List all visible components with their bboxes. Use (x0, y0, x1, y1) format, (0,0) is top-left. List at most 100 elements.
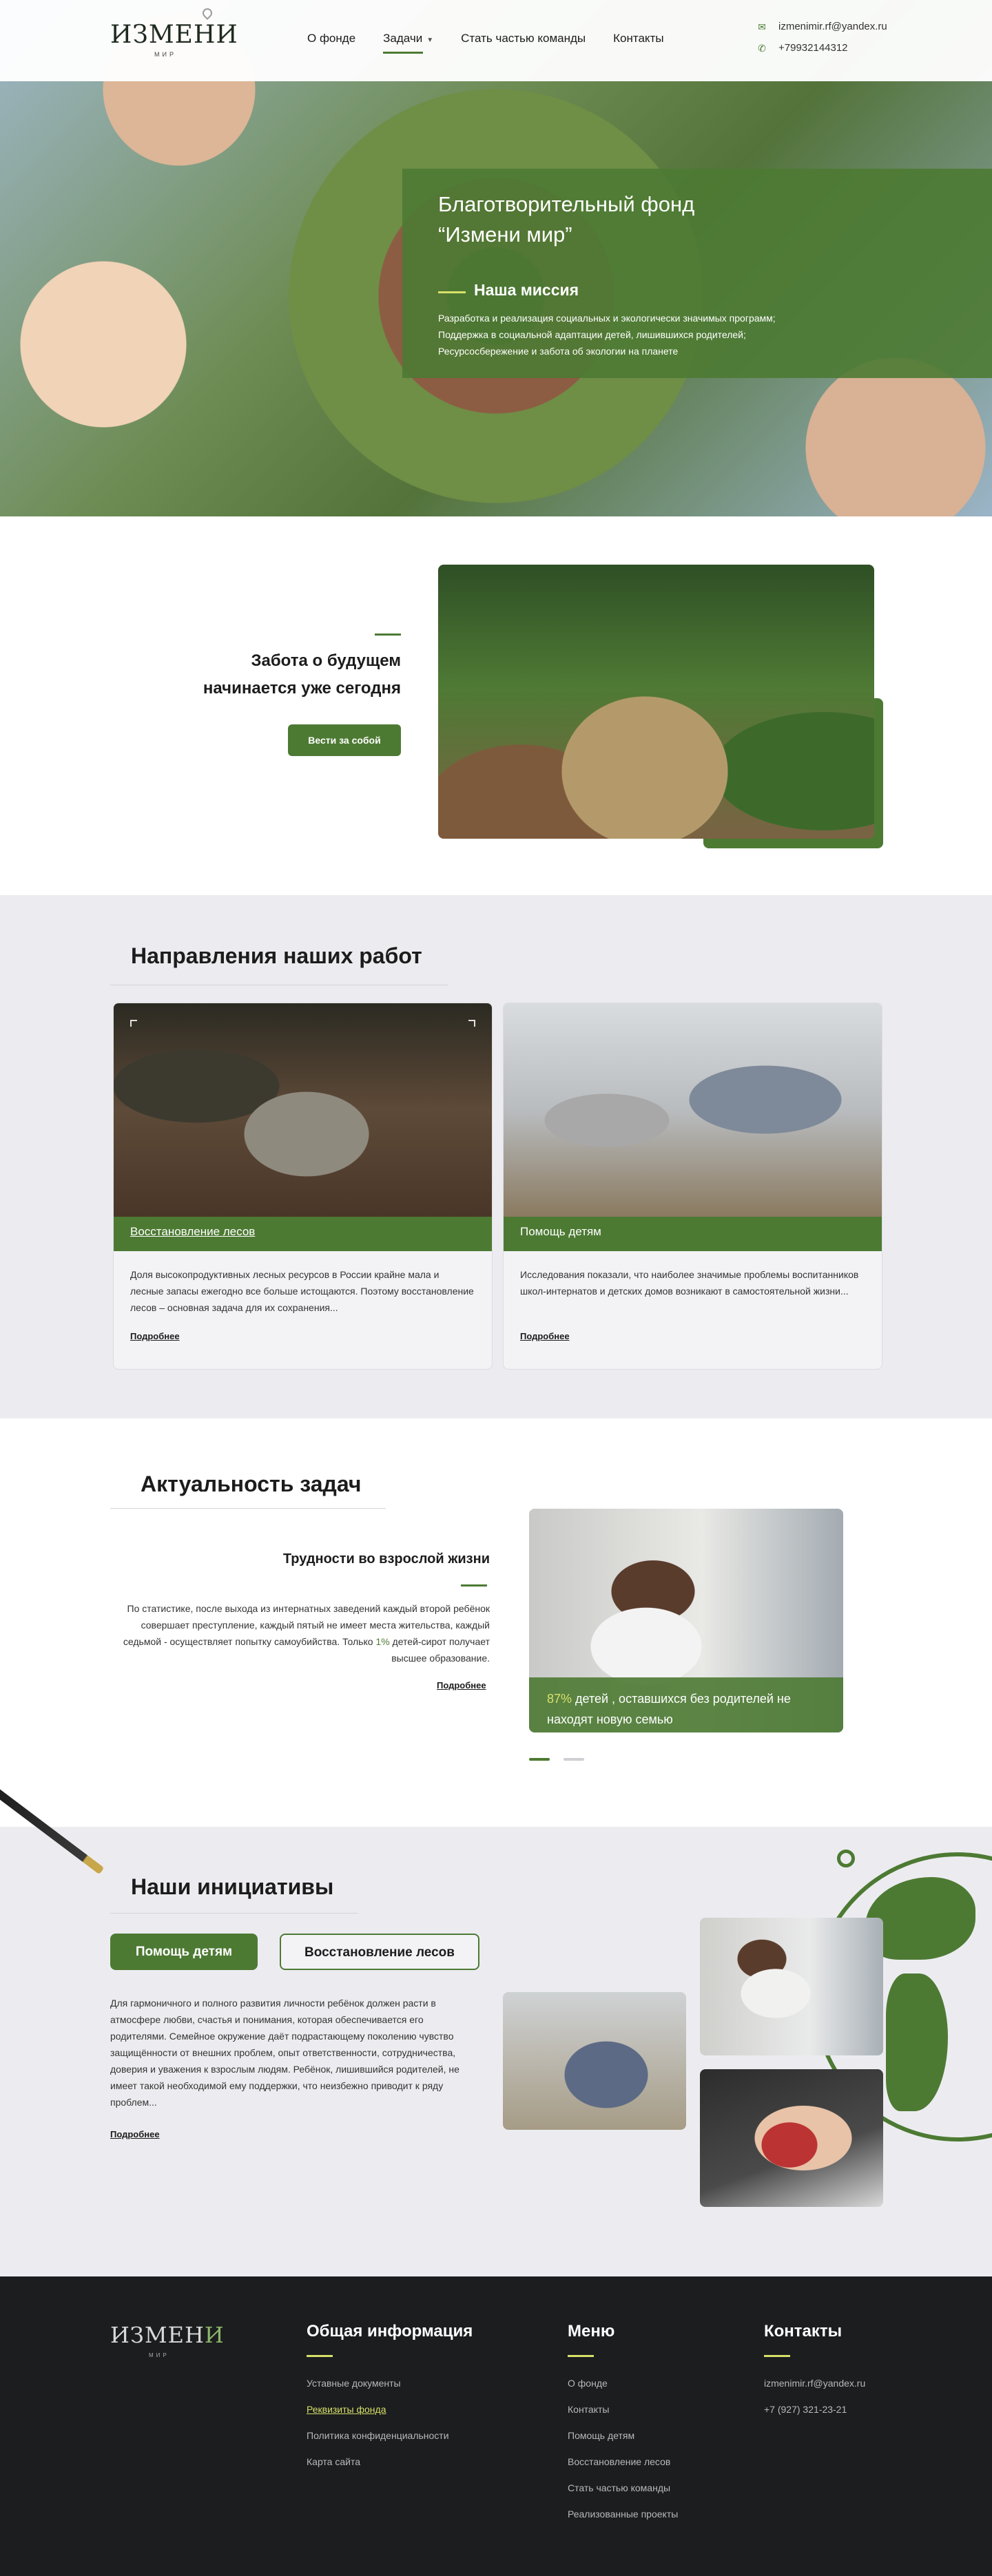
footer-logo-text: ИЗМЕН (110, 2322, 205, 2348)
footer-menu-children[interactable]: Помощь детям (568, 2430, 678, 2441)
hero-title: Благотворительный фонд “Измени мир” (438, 189, 694, 250)
relevance-text-part2: детей-сирот получает высшее образование. (389, 1636, 490, 1664)
main-nav: О фонде Задачи ▼ Стать частью команды Кон… (307, 32, 692, 54)
logo-text: ИЗМЕН (110, 21, 216, 49)
initiatives-divider (110, 1913, 358, 1914)
card-title-forest[interactable]: Восстановление лесов (130, 1225, 255, 1239)
globe-pin-icon (837, 1850, 855, 1867)
nav-tasks[interactable]: Задачи ▼ (383, 32, 434, 54)
globe-land (886, 1973, 948, 2111)
mission-heading: Наша миссия (474, 281, 579, 299)
footer-link-charter[interactable]: Уставные документы (307, 2378, 473, 2389)
more-link-relevance[interactable]: Подробнее (437, 1680, 486, 1690)
footer-phone-link[interactable]: +7 (927) 321-23-21 (764, 2404, 865, 2415)
nav-contacts[interactable]: Контакты (613, 32, 663, 45)
relevance-divider (110, 1508, 386, 1509)
relevance-highlight: 1% (375, 1636, 390, 1647)
more-link-forest[interactable]: Подробнее (130, 1331, 180, 1341)
page: Благотворительный фонд “Измени мир” Наша… (0, 0, 992, 2576)
footer-accent-line (764, 2355, 790, 2357)
footer-menu-forest[interactable]: Восстановление лесов (568, 2456, 678, 2467)
frame-corner (468, 1020, 475, 1027)
footer-general-title: Общая информация (307, 2322, 473, 2341)
card-text-forest: Доля высокопродуктивных лесных ресурсов … (130, 1269, 474, 1313)
footer-link-sitemap[interactable]: Карта сайта (307, 2456, 473, 2467)
mission-item: Разработка и реализация социальных и эко… (438, 313, 776, 324)
footer-link-requisites[interactable]: Реквизиты фонда (307, 2404, 473, 2415)
relevance-caption-bar: 87% детей , оставшихся без родителей не … (529, 1677, 843, 1732)
card-title-children[interactable]: Помощь детям (520, 1225, 601, 1239)
footer-link-privacy[interactable]: Политика конфиденциальности (307, 2430, 473, 2441)
mission-accent-line (438, 291, 466, 293)
direction-card-children[interactable]: Помощь детям Исследования показали, что … (503, 1003, 882, 1370)
initiative-photo-laptop (700, 1918, 883, 2055)
caption-highlight: 87% (547, 1692, 572, 1706)
header-phone-link[interactable]: +79932144312 (778, 42, 848, 54)
relevance-title: Актуальность задач (141, 1472, 362, 1496)
logo[interactable]: ИЗМЕНИ МИР (110, 6, 238, 62)
more-link-children[interactable]: Подробнее (520, 1331, 570, 1341)
card-text-children: Исследования показали, что наиболее знач… (520, 1269, 859, 1297)
map-pin-icon (200, 6, 214, 20)
children-garden-photo (438, 565, 874, 839)
header-contacts: ✉ izmenimir.rf@yandex.ru ✆ +79932144312 (756, 21, 887, 63)
relevance-caption: 87% детей , оставшихся без родителей не … (547, 1688, 829, 1730)
direction-card-forest[interactable]: Восстановление лесов Доля высокопродукти… (113, 1003, 493, 1370)
footer-menu-title: Меню (568, 2322, 615, 2341)
hero-panel: Благотворительный фонд “Измени мир” Наша… (402, 169, 992, 378)
logo-accent: И (216, 21, 238, 49)
initiatives-title: Наши инициативы (131, 1874, 334, 1899)
directions-title: Направления наших работ (131, 943, 422, 968)
caret-down-icon: ▼ (426, 36, 434, 44)
phone-icon: ✆ (758, 42, 766, 54)
footer-logo-subtitle: МИР (149, 2352, 169, 2358)
slider-dot[interactable] (564, 1758, 584, 1761)
mission-item: Поддержка в социальной адаптации детей, … (438, 329, 746, 340)
footer-accent-line (568, 2355, 594, 2357)
hero-title-line2: “Измени мир” (438, 222, 572, 247)
site-header: ИЗМЕНИ МИР О фонде Задачи ▼ Стать частью … (0, 0, 992, 81)
footer-menu: Меню О фонде Контакты Помощь детям Восст… (568, 2322, 678, 2535)
care-title-line2: начинается уже сегодня (203, 679, 401, 698)
hero-title-line1: Благотворительный фонд (438, 192, 695, 216)
more-link-initiatives[interactable]: Подробнее (110, 2129, 160, 2139)
header-email-row: ✉ izmenimir.rf@yandex.ru (756, 21, 887, 32)
footer-contacts: Контакты izmenimir.rf@yandex.ru +7 (927)… (764, 2322, 865, 2430)
footer-email-link[interactable]: izmenimir.rf@yandex.ru (764, 2378, 865, 2389)
tab-forest[interactable]: Восстановление лесов (280, 1934, 479, 1970)
footer-menu-contacts[interactable]: Контакты (568, 2404, 678, 2415)
footer-contacts-title: Контакты (764, 2322, 843, 2341)
nav-join-team[interactable]: Стать частью команды (461, 32, 586, 45)
slider-dot-active[interactable] (529, 1758, 550, 1761)
footer-menu-join[interactable]: Стать частью команды (568, 2482, 678, 2493)
nav-tasks-label: Задачи (383, 32, 423, 45)
footer-menu-projects[interactable]: Реализованные проекты (568, 2509, 678, 2520)
girl-laptop-photo: 87% детей , оставшихся без родителей не … (529, 1509, 843, 1732)
header-phone-row: ✆ +79932144312 (756, 42, 887, 54)
footer-accent-line (307, 2355, 333, 2357)
mail-icon: ✉ (758, 21, 766, 32)
footer-general: Общая информация Уставные документы Рекв… (307, 2322, 473, 2482)
workshop-photo (504, 1003, 882, 1217)
footer-logo-accent: И (204, 2322, 225, 2348)
forest-photo (114, 1003, 492, 1217)
lead-button[interactable]: Вести за собой (288, 724, 401, 756)
footer-menu-about[interactable]: О фонде (568, 2378, 678, 2389)
care-title-line1: Забота о будущем (251, 651, 401, 670)
relevance-subtitle: Трудности во взрослой жизни (282, 1551, 490, 1567)
frame-corner (130, 1020, 137, 1027)
care-accent-line (375, 633, 401, 636)
initiative-photo-workshop (503, 1992, 686, 2130)
relevance-accent-line (461, 1584, 487, 1587)
footer-logo[interactable]: ИЗМЕНИ (110, 2322, 225, 2348)
nav-about[interactable]: О фонде (307, 32, 355, 45)
mission-item: Ресурсосбережение и забота об экологии н… (438, 346, 679, 357)
logo-word: ИЗМЕНИ (110, 21, 238, 49)
care-title: Забота о будущем начинается уже сегодня (138, 647, 401, 702)
mission-list: Разработка и реализация социальных и эко… (438, 310, 776, 359)
relevance-text: По статистике, после выхода из интернатн… (110, 1600, 490, 1666)
logo-subtitle: МИР (154, 51, 176, 58)
header-email-link[interactable]: izmenimir.rf@yandex.ru (778, 21, 887, 32)
tab-children[interactable]: Помощь детям (110, 1934, 258, 1970)
initiatives-text: Для гармоничного и полного развития личн… (110, 1998, 459, 2108)
